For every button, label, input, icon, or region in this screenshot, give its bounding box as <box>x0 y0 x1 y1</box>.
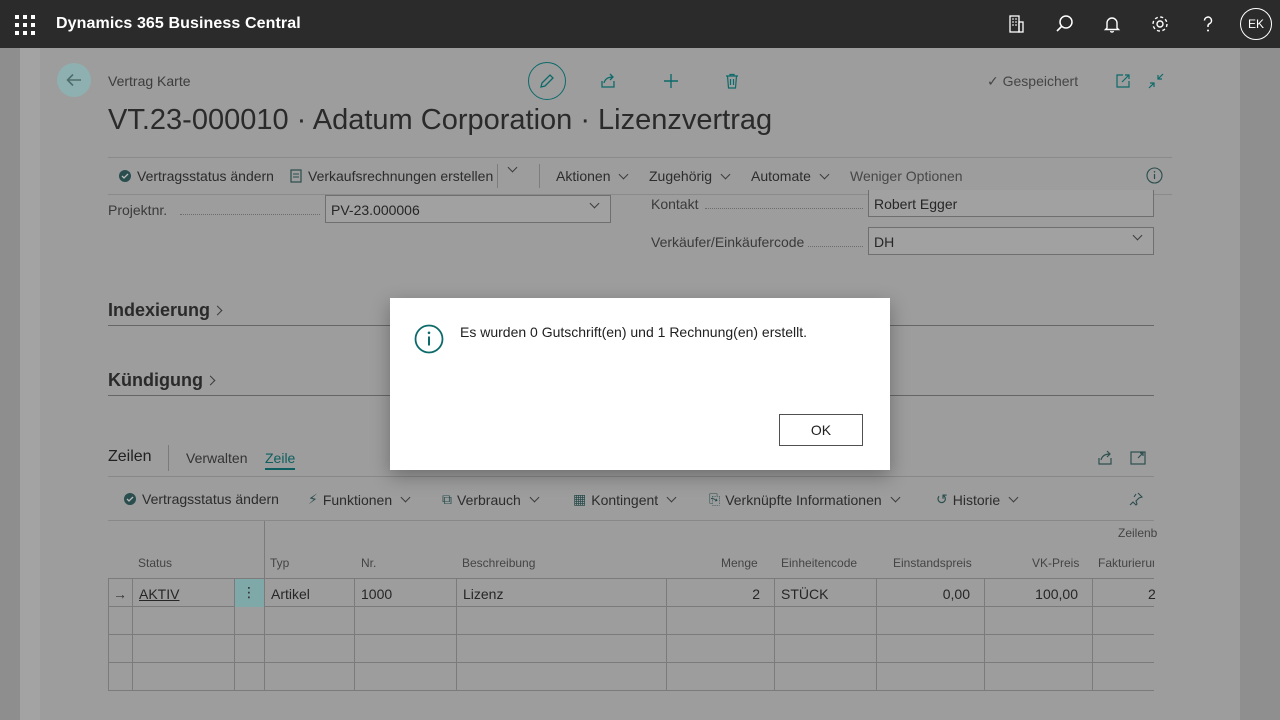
quota-menu[interactable]: ▦ Kontingent <box>573 491 677 508</box>
chevron-down-icon <box>720 169 731 179</box>
column-unit-cost[interactable]: Einstandspreis <box>893 556 972 570</box>
lines-action-bar: Vertragsstatus ändern ⚡ Funktionen ⧉ Verbr… <box>108 476 1154 521</box>
chevron-down-icon <box>400 492 411 503</box>
contact-label: Kontakt <box>651 196 699 212</box>
chevron-down-icon <box>529 492 540 503</box>
salesperson-field[interactable]: DH <box>868 227 1154 255</box>
chevron-right-icon <box>205 375 216 386</box>
user-avatar[interactable]: EK <box>1240 8 1272 40</box>
add-icon[interactable] <box>660 70 682 92</box>
column-quantity[interactable]: Menge <box>721 556 758 570</box>
related-menu[interactable]: Zugehörig <box>649 168 731 184</box>
info-icon[interactable] <box>1146 167 1163 184</box>
lines-title: Zeilen <box>108 448 152 465</box>
app-title[interactable]: Dynamics 365 Business Central <box>56 15 301 33</box>
ok-button[interactable]: OK <box>779 414 863 446</box>
dialog-message: Es wurden 0 Gutschrift(en) und 1 Rechnun… <box>460 324 808 340</box>
lightning-icon: ⚡ <box>308 491 318 507</box>
share-icon[interactable] <box>1094 447 1116 469</box>
chevron-down-icon <box>619 169 629 179</box>
help-icon[interactable] <box>1196 12 1220 36</box>
chevron-down-icon <box>507 162 518 173</box>
column-unit[interactable]: Einheitencode <box>781 556 857 570</box>
chevron-down-icon <box>666 492 677 503</box>
unit-cost-cell[interactable]: 0,00 <box>876 579 970 607</box>
gear-icon[interactable] <box>1148 12 1172 36</box>
column-no[interactable]: Nr. <box>361 556 376 570</box>
column-invoicing[interactable]: Fakturierun <box>1098 556 1154 570</box>
history-icon: ↺ <box>936 491 948 507</box>
functions-menu[interactable]: ⚡ Funktionen <box>308 491 411 508</box>
app-launcher-icon[interactable] <box>14 14 35 35</box>
lines-change-status-action[interactable]: Vertragsstatus ändern <box>123 491 279 507</box>
status-check-icon <box>124 493 136 505</box>
saved-status: ✓ Gespeichert <box>987 73 1079 89</box>
column-unit-price[interactable]: VK-Preis <box>1032 556 1079 570</box>
chevron-down-icon <box>1008 492 1019 503</box>
check-icon: ✓ <box>987 73 999 89</box>
bell-icon[interactable] <box>1100 12 1124 36</box>
column-group-header: Zeilenb <box>1118 526 1158 540</box>
status-cell[interactable]: AKTIV <box>139 579 179 607</box>
more-actions-dropdown[interactable] <box>504 162 518 173</box>
collapse-icon[interactable] <box>1145 70 1167 92</box>
pin-icon[interactable] <box>1128 491 1144 507</box>
chevron-down-icon <box>890 492 901 503</box>
chevron-down-icon <box>1132 230 1143 241</box>
contact-field[interactable]: Robert Egger <box>868 190 1154 217</box>
linked-info-menu[interactable]: ⎘ Verknüpfte Informationen <box>709 491 901 508</box>
unit-cell[interactable]: STÜCK <box>781 579 828 607</box>
chevron-down-icon <box>589 198 600 209</box>
edit-button[interactable] <box>528 62 566 100</box>
no-cell[interactable]: 1000 <box>361 579 392 607</box>
column-description[interactable]: Beschreibung <box>462 556 535 570</box>
row-menu-icon[interactable]: ⋮ <box>234 579 264 607</box>
share-icon[interactable] <box>597 70 619 92</box>
actions-menu[interactable]: Aktionen <box>556 168 629 184</box>
pencil-icon <box>540 74 554 88</box>
document-icon <box>290 169 302 183</box>
tab-manage[interactable]: Verwalten <box>186 450 247 466</box>
create-invoices-action[interactable]: Verkaufsrechnungen erstellen <box>289 168 493 184</box>
search-icon[interactable] <box>1053 12 1077 36</box>
message-dialog: Es wurden 0 Gutschrift(en) und 1 Rechnun… <box>390 298 890 470</box>
side-panel <box>20 48 40 720</box>
tab-line[interactable]: Zeile <box>265 450 296 470</box>
right-strip <box>1240 48 1280 720</box>
nav-strip <box>0 48 20 720</box>
unit-price-cell[interactable]: 100,00 <box>984 579 1078 607</box>
sliders-icon: ⧉ <box>442 491 452 507</box>
top-bar: Dynamics 365 Business Central EK <box>0 0 1280 48</box>
history-menu[interactable]: ↺ Historie <box>936 491 1019 508</box>
salesperson-label: Verkäufer/Einkäufercode <box>651 234 805 250</box>
company-icon[interactable] <box>1004 12 1028 36</box>
quantity-cell[interactable]: 2 <box>666 579 760 607</box>
arrow-left-icon <box>66 73 81 87</box>
open-new-window-icon[interactable] <box>1112 70 1134 92</box>
breadcrumb[interactable]: Vertrag Karte <box>108 73 191 89</box>
description-cell[interactable]: Lizenz <box>463 579 503 607</box>
project-no-label: Projektnr. <box>108 202 168 218</box>
back-button[interactable] <box>57 63 91 97</box>
delete-icon[interactable] <box>721 70 743 92</box>
invoicing-cell[interactable]: 2 <box>1148 579 1156 607</box>
fewer-options-button[interactable]: Weniger Optionen <box>850 168 963 184</box>
expand-icon[interactable] <box>1127 447 1149 469</box>
quota-icon: ▦ <box>573 491 587 507</box>
chevron-down-icon <box>819 169 830 179</box>
info-icon <box>414 324 444 354</box>
change-status-action[interactable]: Vertragsstatus ändern <box>118 168 274 184</box>
type-cell[interactable]: Artikel <box>271 579 310 607</box>
project-no-field[interactable]: PV-23.000006 <box>325 195 611 223</box>
column-type[interactable]: Typ <box>270 556 289 570</box>
row-indicator-icon: → <box>113 586 127 602</box>
page-title: VT.23-000010 · Adatum Corporation · Lize… <box>108 104 773 136</box>
automate-menu[interactable]: Automate <box>751 168 830 184</box>
status-check-icon <box>119 170 131 182</box>
column-status[interactable]: Status <box>138 556 172 570</box>
linked-document-icon: ⎘ <box>709 491 721 507</box>
consumption-menu[interactable]: ⧉ Verbrauch <box>442 491 540 508</box>
chevron-right-icon <box>212 305 223 316</box>
